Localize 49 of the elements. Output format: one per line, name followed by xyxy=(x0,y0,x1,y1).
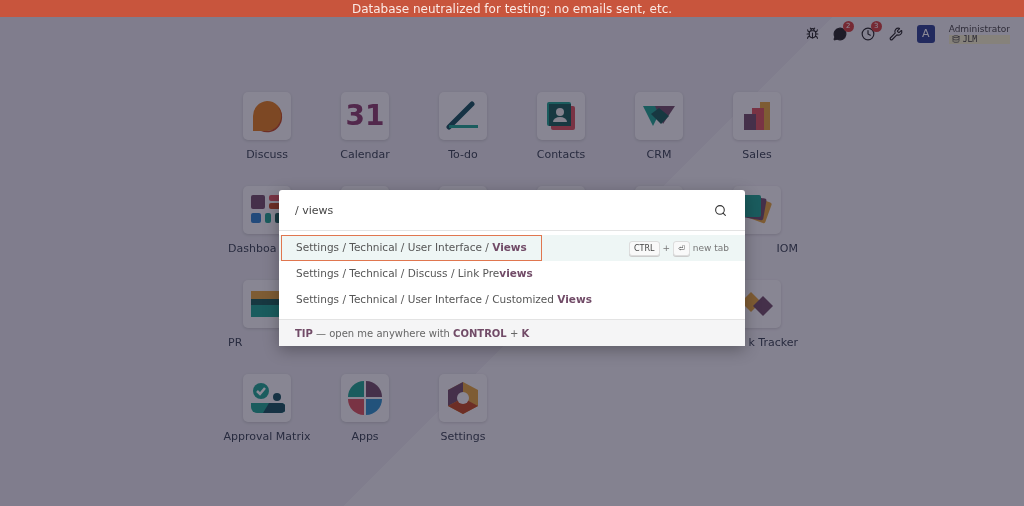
plus-sign: + xyxy=(662,243,671,253)
result-item[interactable]: Settings / Technical / User Interface / Customized Views xyxy=(279,287,745,313)
result-path: Settings / Technical / User Interface / Customized Views xyxy=(295,292,593,307)
app-label: CRM xyxy=(646,148,672,161)
test-database-banner: Database neutralized for testing: no emails sent, etc. xyxy=(0,0,1024,17)
result-item[interactable]: Settings / Technical / User Interface / Views CTRL + ⏎ new tab xyxy=(279,235,745,261)
search-icon[interactable] xyxy=(714,203,727,217)
app-label: Settings xyxy=(440,430,486,443)
clock-icon[interactable] xyxy=(860,26,875,41)
user-name: Administrator xyxy=(948,23,1010,34)
chat-icon[interactable] xyxy=(832,26,847,41)
app-label: IOM xyxy=(776,242,798,255)
approval-person-icon xyxy=(249,381,285,415)
app-label: PR xyxy=(228,336,243,349)
app-tile[interactable] xyxy=(439,92,487,140)
result-path: Settings / Technical / Discuss / Link Previews xyxy=(295,266,534,281)
result-path: Settings / Technical / User Interface / Views xyxy=(281,235,542,261)
app-label: Calendar xyxy=(340,148,390,161)
app-label: k Tracker xyxy=(748,336,798,349)
app-tile[interactable] xyxy=(243,374,291,422)
calendar-icon: 31 xyxy=(345,102,385,130)
database-badge: JLM xyxy=(948,34,1010,44)
user-avatar[interactable]: A xyxy=(916,24,935,43)
enter-key: ⏎ xyxy=(673,240,690,256)
app-label: Sales xyxy=(742,148,772,161)
app-label: Approval Matrix xyxy=(223,430,311,443)
app-tile[interactable] xyxy=(537,92,585,140)
quartered-circle-icon xyxy=(346,379,384,417)
app-tile[interactable] xyxy=(635,92,683,140)
app-label: Discuss xyxy=(246,148,288,161)
pen-stroke-icon xyxy=(446,101,480,131)
app-tile[interactable] xyxy=(341,374,389,422)
speech-bubble-icon xyxy=(250,99,284,133)
bug-icon[interactable] xyxy=(805,27,819,40)
result-item[interactable]: Settings / Technical / Discuss / Link Previews xyxy=(279,261,745,287)
app-label: Apps xyxy=(351,430,379,443)
bar-chart-icon xyxy=(742,100,772,132)
app-tile[interactable] xyxy=(733,92,781,140)
tip-text: TIP — open me anywhere with CONTROL + K xyxy=(279,319,745,346)
ctrl-key: CTRL xyxy=(629,240,660,256)
app-tile[interactable] xyxy=(243,92,291,140)
new-tab-hint: new tab xyxy=(692,243,729,253)
app-label: Contacts xyxy=(536,148,586,161)
app-tile[interactable] xyxy=(439,374,487,422)
hexagon-icon xyxy=(446,380,480,416)
contact-card-icon xyxy=(545,100,577,132)
tools-icon[interactable] xyxy=(888,26,903,41)
app-label: Dashboa xyxy=(228,242,277,255)
app-label: To-do xyxy=(448,148,478,161)
